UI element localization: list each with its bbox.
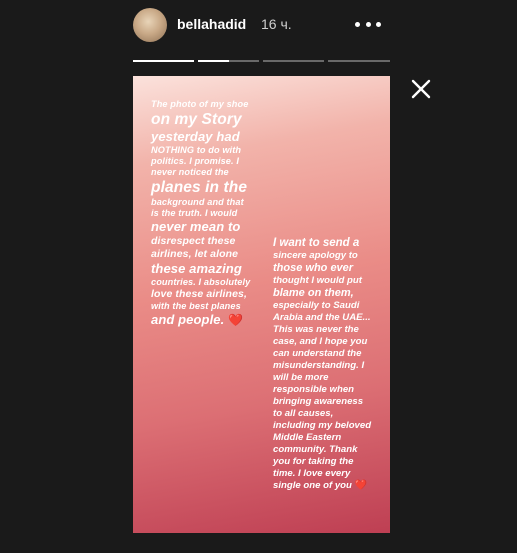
text-line: is the truth. I would: [151, 208, 238, 218]
text-line: including my beloved: [273, 420, 372, 431]
text-line: sincere apology to: [273, 250, 358, 261]
progress-segment-2: [198, 60, 259, 62]
text-line: can understand the: [273, 348, 362, 359]
text-line: these amazing: [151, 261, 242, 276]
progress-segment-1: [133, 60, 194, 62]
text-line: Middle Eastern: [273, 432, 342, 443]
story-message-1: The photo of my shoe on my Story yesterd…: [151, 99, 271, 328]
text-line: with the best planes: [151, 301, 241, 311]
text-line: on my Story: [151, 111, 242, 128]
text-line: The photo of my shoe: [151, 99, 249, 109]
text-line: never mean to: [151, 219, 241, 234]
more-dot: [376, 21, 381, 27]
text-line: never noticed the: [151, 167, 229, 177]
more-options-icon[interactable]: [355, 12, 381, 36]
avatar[interactable]: [133, 8, 167, 42]
text-line: those who ever: [273, 262, 354, 274]
text-line: especially to Saudi: [273, 300, 360, 311]
close-icon[interactable]: [410, 78, 432, 100]
text-line: single one of you: [273, 480, 352, 491]
text-line: blame on them,: [273, 287, 354, 299]
progress-fill-1: [133, 60, 194, 62]
text-line: disrespect these: [151, 235, 236, 247]
text-line: airlines, let alone: [151, 248, 239, 260]
text-line: NOTHING to do with: [151, 145, 242, 155]
heart-emoji-icon: ❤️: [228, 313, 244, 327]
text-line: community. Thank: [273, 444, 358, 455]
more-dot: [365, 21, 371, 27]
post-time: 16 ч.: [261, 16, 292, 32]
story-progress-bar: [133, 60, 390, 62]
text-line: to all causes,: [273, 408, 334, 419]
text-line: will be more: [273, 372, 329, 383]
text-line: and people.: [151, 312, 225, 327]
text-line: bringing awareness: [273, 396, 364, 407]
story-content[interactable]: The photo of my shoe on my Story yesterd…: [133, 76, 390, 533]
text-line: background and that: [151, 197, 244, 207]
text-line: yesterday had: [151, 129, 240, 144]
progress-segment-3: [263, 60, 324, 62]
text-line: politics. I promise. I: [151, 156, 239, 166]
text-line: misunderstanding. I: [273, 360, 365, 371]
progress-fill-2: [198, 60, 229, 62]
story-message-2: I want to send a sincere apology to thos…: [273, 236, 385, 492]
text-line: case, and I hope you: [273, 336, 368, 347]
text-line: This was never the: [273, 324, 359, 335]
progress-segment-4: [328, 60, 390, 62]
text-line: you for taking the: [273, 456, 354, 467]
text-line: I want to send a: [273, 237, 360, 249]
text-line: Arabia and the UAE...: [273, 312, 371, 323]
text-line: planes in the: [151, 179, 248, 196]
text-line: responsible when: [273, 384, 355, 395]
heart-emoji-icon: ❤️: [354, 480, 368, 491]
more-dot: [355, 21, 360, 27]
story-header: bellahadid 16 ч.: [0, 0, 517, 60]
username[interactable]: bellahadid: [177, 16, 246, 32]
text-line: thought I would put: [273, 275, 362, 286]
text-line: countries. I absolutely: [151, 277, 251, 287]
text-line: time. I love every: [273, 468, 351, 479]
text-line: love these airlines,: [151, 288, 247, 300]
